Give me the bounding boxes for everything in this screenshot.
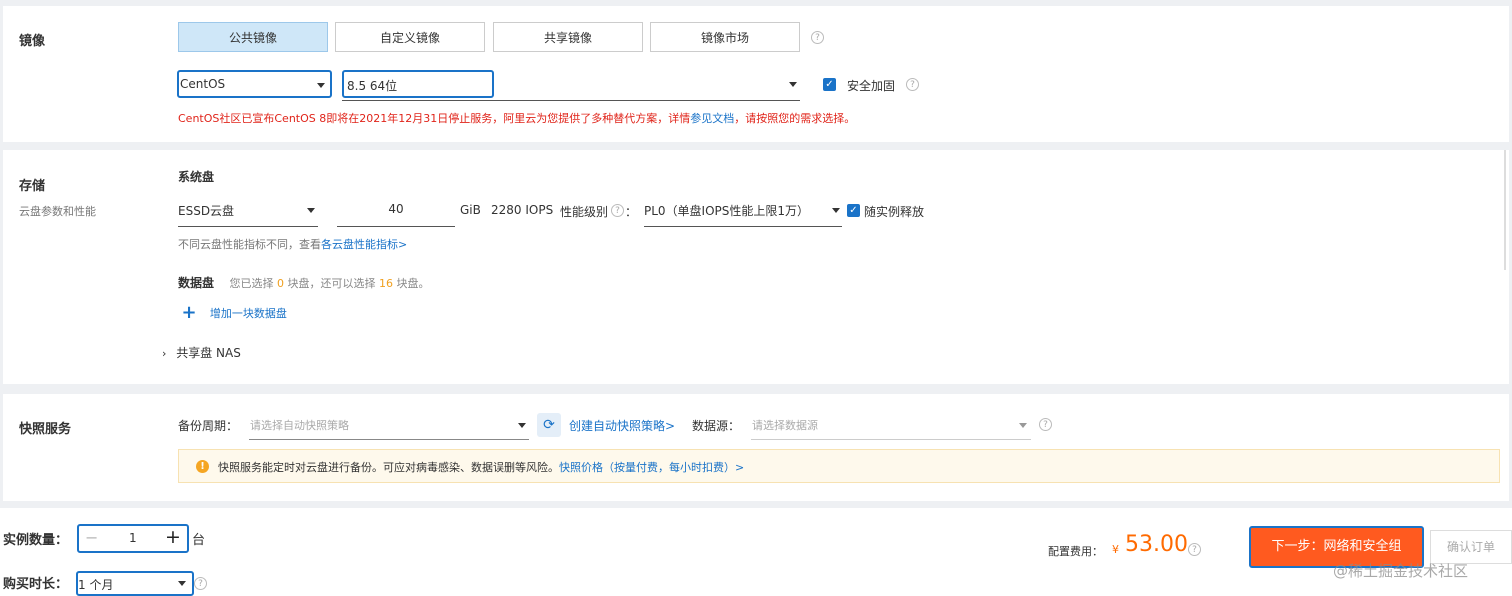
create-snapshot-policy-link[interactable]: 创建自动快照策略> (569, 417, 675, 434)
perf-level-value: PL0（单盘IOPS性能上限1万） (644, 204, 810, 218)
version-select-chevron-icon[interactable] (789, 82, 797, 87)
disk-type-chevron-icon (307, 208, 315, 213)
purchase-duration-value: 1 个月 (78, 578, 114, 592)
increment-button[interactable]: + (165, 526, 181, 548)
snapshot-price-link[interactable]: 快照价格（按量付费，每小时扣费）> (559, 461, 744, 474)
os-select[interactable]: CentOS (177, 70, 332, 98)
purchase-duration-chevron-icon (178, 581, 186, 586)
data-disk-selected-count: 0 (277, 277, 285, 290)
cost-label: 配置费用： (1048, 545, 1103, 558)
currency-symbol: ¥ (1112, 543, 1119, 556)
chevron-right-icon: › (162, 347, 167, 360)
disk-size-input[interactable]: 40 (337, 200, 455, 227)
storage-scroll-edge (1504, 150, 1506, 270)
tab-public-image[interactable]: 公共镜像 (178, 22, 328, 52)
snapshot-info-bar: ! 快照服务能定时对云盘进行备份。可应对病毒感染、数据误删等风险。快照价格（按量… (178, 449, 1500, 483)
refresh-button[interactable]: ⟳ (537, 413, 561, 437)
perf-level-label: 性能级别 (560, 205, 609, 219)
release-with-instance-checkbox[interactable]: ✓ (847, 204, 860, 217)
purchase-duration-select[interactable]: 1 个月 (76, 571, 194, 596)
tab-image-market[interactable]: 镜像市场 (650, 22, 800, 52)
security-hardening-label: 安全加固 (847, 79, 896, 93)
warning-icon: ! (196, 460, 209, 473)
data-disk-row: 数据盘 您已选择 0 块盘，还可以选择 16 块盘。 (178, 274, 430, 291)
disk-size-value: 40 (388, 202, 404, 216)
disk-perf-hint: 不同云盘性能指标不同，查看各云盘性能指标> (178, 236, 407, 252)
confirm-order-label: 确认订单 (1446, 540, 1495, 554)
os-select-value: CentOS (180, 77, 226, 91)
tab-shared-image[interactable]: 共享镜像 (493, 22, 643, 52)
version-select-value: 8.5 64位 (347, 79, 398, 93)
snapshot-info-text: 快照服务能定时对云盘进行备份。可应对病毒感染、数据误删等风险。 (218, 461, 559, 474)
data-disk-pre: 您已选择 (229, 277, 274, 290)
perf-level-chevron-icon (832, 208, 840, 213)
image-help-icon[interactable]: ? (811, 31, 824, 44)
next-step-label: 下一步：网络和安全组 (1271, 539, 1402, 554)
centos-eol-notice: CentOS社区已宣布CentOS 8即将在2021年12月31日停止服务，阿里… (178, 110, 855, 126)
notice-text-suffix: ，请按照您的需求选择。 (734, 112, 856, 125)
add-data-disk-button[interactable]: + 增加一块数据盘 (178, 302, 287, 324)
cost-value: 53.00 (1125, 532, 1188, 557)
instance-quantity-unit: 台 (192, 533, 206, 548)
snapshot-help-icon[interactable]: ? (1039, 418, 1052, 431)
data-disk-post: 块盘。 (396, 277, 430, 290)
perf-level-select[interactable]: PL0（单盘IOPS性能上限1万） (644, 200, 842, 227)
purchase-duration-label: 购买时长： (3, 577, 69, 592)
disk-perf-link[interactable]: 各云盘性能指标> (321, 238, 407, 251)
data-disk-remaining-count: 16 (379, 277, 394, 290)
data-source-placeholder: 请选择数据源 (752, 419, 818, 432)
instance-quantity-label: 实例数量： (3, 533, 69, 548)
perf-level-colon: ： (625, 205, 638, 219)
disk-perf-hint-text: 不同云盘性能指标不同，查看 (178, 238, 321, 251)
backup-policy-placeholder: 请选择自动快照策略 (250, 419, 349, 432)
refresh-icon: ⟳ (543, 417, 555, 433)
disk-iops-value: 2280 IOPS (491, 203, 554, 217)
data-disk-mid: 块盘，还可以选择 (287, 277, 376, 290)
storage-section-subtitle: 云盘参数和性能 (19, 205, 96, 218)
image-section-title: 镜像 (19, 34, 46, 49)
data-source-label: 数据源： (692, 419, 741, 433)
security-help-icon[interactable]: ? (906, 78, 919, 91)
storage-section-title: 存储 (19, 179, 46, 194)
notice-doc-link[interactable]: 参见文档 (690, 112, 734, 125)
perf-level-help-icon[interactable]: ? (611, 204, 624, 217)
os-select-chevron-icon (317, 83, 325, 88)
disk-type-select[interactable]: ESSD云盘 (178, 200, 318, 227)
data-disk-label: 数据盘 (178, 276, 215, 290)
decrement-button[interactable]: − (85, 528, 98, 547)
nas-toggle[interactable]: › 共享盘 NAS (162, 344, 241, 361)
duration-help-icon[interactable]: ? (194, 577, 207, 590)
tab-custom-image[interactable]: 自定义镜像 (335, 22, 485, 52)
confirm-order-button[interactable]: 确认订单 (1430, 530, 1512, 564)
plus-icon: + (181, 302, 197, 323)
version-select[interactable]: 8.5 64位 (342, 70, 494, 98)
snapshot-section-title: 快照服务 (19, 422, 72, 437)
cost-help-icon[interactable]: ? (1188, 543, 1201, 556)
disk-size-unit: GiB (460, 203, 481, 217)
nas-label: 共享盘 NAS (176, 346, 241, 360)
backup-period-label: 备份周期： (178, 419, 239, 433)
release-with-instance-label: 随实例释放 (864, 205, 925, 219)
instance-quantity-stepper[interactable]: − 1 + (77, 524, 189, 553)
security-hardening-checkbox[interactable]: ✓ (823, 78, 836, 91)
backup-policy-chevron-icon (518, 423, 526, 428)
instance-quantity-value[interactable]: 1 (129, 531, 137, 545)
system-disk-label: 系统盘 (178, 170, 215, 184)
notice-text-prefix: CentOS社区已宣布CentOS 8即将在2021年12月31日停止服务，阿里… (178, 112, 691, 125)
data-source-chevron-icon (1019, 423, 1027, 428)
watermark: @稀土掘金技术社区 (1333, 562, 1469, 580)
add-data-disk-label: 增加一块数据盘 (209, 306, 287, 320)
disk-type-value: ESSD云盘 (178, 204, 235, 218)
snapshot-section (3, 394, 1509, 501)
data-source-select[interactable]: 请选择数据源 (751, 413, 1031, 440)
backup-policy-select[interactable]: 请选择自动快照策略 (249, 413, 529, 440)
